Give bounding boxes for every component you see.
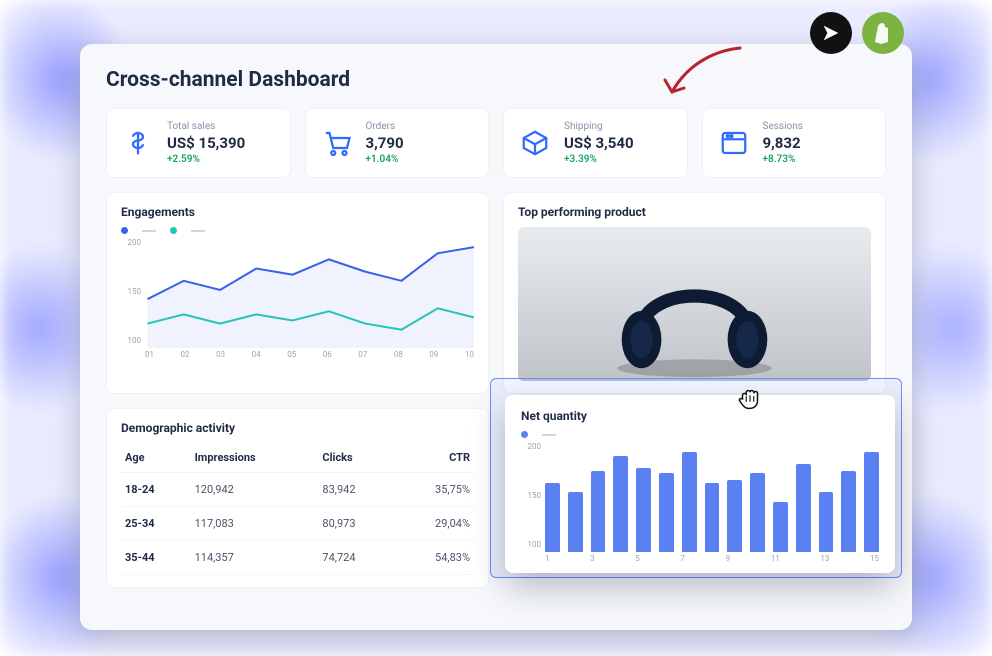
legend-dot-a (121, 227, 128, 234)
kpi-delta: +1.04% (366, 154, 404, 165)
kpi-label: Shipping (564, 121, 634, 132)
table-row[interactable]: 18-24 120,942 83,942 35,75% (121, 473, 474, 507)
bar (545, 483, 560, 552)
kpi-delta: +2.59% (167, 154, 245, 165)
integration-logos (810, 12, 904, 54)
dollar-icon (121, 126, 155, 160)
legend-dot-b (170, 227, 177, 234)
legend-dot (521, 431, 528, 438)
cell-age: 18-24 (121, 473, 191, 507)
bar (613, 456, 628, 552)
bar (568, 492, 583, 552)
demographic-table: AgeImpressionsClicksCTR 18-24 120,942 83… (121, 443, 474, 575)
bar (819, 492, 834, 552)
kpi-card-box[interactable]: Shipping US$ 3,540 +3.39% (503, 108, 688, 178)
kpi-delta: +8.73% (763, 154, 803, 165)
table-row[interactable]: 35-44 114,357 74,724 54,83% (121, 541, 474, 575)
klaviyo-logo-icon (810, 12, 852, 54)
legend-dash (542, 434, 556, 436)
bar (796, 464, 811, 552)
legend-dash (142, 230, 156, 232)
kpi-value: 3,790 (366, 134, 404, 152)
engagements-title: Engagements (121, 205, 474, 219)
kpi-delta: +3.39% (564, 154, 634, 165)
kpi-label: Total sales (167, 121, 245, 132)
bar (864, 452, 879, 552)
cell-clicks: 83,942 (318, 473, 394, 507)
grab-cursor-icon (735, 383, 765, 413)
kpi-value: US$ 15,390 (167, 134, 245, 152)
bar (591, 471, 606, 552)
net-quantity-title: Net quantity (521, 409, 879, 423)
kpi-label: Orders (366, 121, 404, 132)
top-product-title: Top performing product (518, 205, 871, 219)
cell-impressions: 117,083 (191, 507, 319, 541)
cart-icon (320, 126, 354, 160)
cell-clicks: 74,724 (318, 541, 394, 575)
kpi-card-cart[interactable]: Orders 3,790 +1.04% (305, 108, 490, 178)
kpi-card-browser[interactable]: Sessions 9,832 +8.73% (702, 108, 887, 178)
top-product-card[interactable]: Top performing product (503, 192, 886, 394)
net-quantity-chart: 200150100 13579111315 (521, 442, 879, 563)
shopify-logo-icon (862, 12, 904, 54)
demographic-card[interactable]: Demographic activity AgeImpressionsClick… (106, 408, 489, 588)
net-quantity-card[interactable]: Net quantity 200150100 13579111315 (505, 395, 895, 573)
table-header: CTR (394, 443, 474, 473)
bar (750, 473, 765, 552)
kpi-value: 9,832 (763, 134, 803, 152)
bar (636, 468, 651, 552)
kpi-value: US$ 3,540 (564, 134, 634, 152)
page-title: Cross-channel Dashboard (106, 68, 886, 92)
cell-ctr: 54,83% (394, 541, 474, 575)
browser-icon (717, 126, 751, 160)
legend-dash (191, 230, 205, 232)
engagements-card[interactable]: Engagements 200150100 010203040506070809… (106, 192, 489, 394)
engagements-legend (121, 227, 474, 234)
box-icon (518, 126, 552, 160)
engagements-chart: 200150100 01020304050607080910 (121, 238, 474, 359)
top-product-image (518, 227, 871, 381)
cell-age: 25-34 (121, 507, 191, 541)
cell-clicks: 80,973 (318, 507, 394, 541)
table-row[interactable]: 25-34 117,083 80,973 29,04% (121, 507, 474, 541)
net-quantity-legend (521, 431, 879, 438)
table-header: Age (121, 443, 191, 473)
kpi-card-dollar[interactable]: Total sales US$ 15,390 +2.59% (106, 108, 291, 178)
demographic-title: Demographic activity (121, 421, 474, 435)
cell-ctr: 29,04% (394, 507, 474, 541)
cell-age: 35-44 (121, 541, 191, 575)
kpi-label: Sessions (763, 121, 803, 132)
bar (727, 480, 742, 552)
cell-impressions: 120,942 (191, 473, 319, 507)
kpi-row: Total sales US$ 15,390 +2.59% Orders 3,7… (106, 108, 886, 178)
table-header: Clicks (318, 443, 394, 473)
cell-ctr: 35,75% (394, 473, 474, 507)
bar (682, 452, 697, 552)
table-header: Impressions (191, 443, 319, 473)
bar (773, 502, 788, 552)
bar (841, 471, 856, 552)
cell-impressions: 114,357 (191, 541, 319, 575)
headphones-icon (518, 227, 871, 381)
annotation-arrow-icon (650, 40, 750, 110)
bar (659, 473, 674, 552)
bar (705, 483, 720, 552)
